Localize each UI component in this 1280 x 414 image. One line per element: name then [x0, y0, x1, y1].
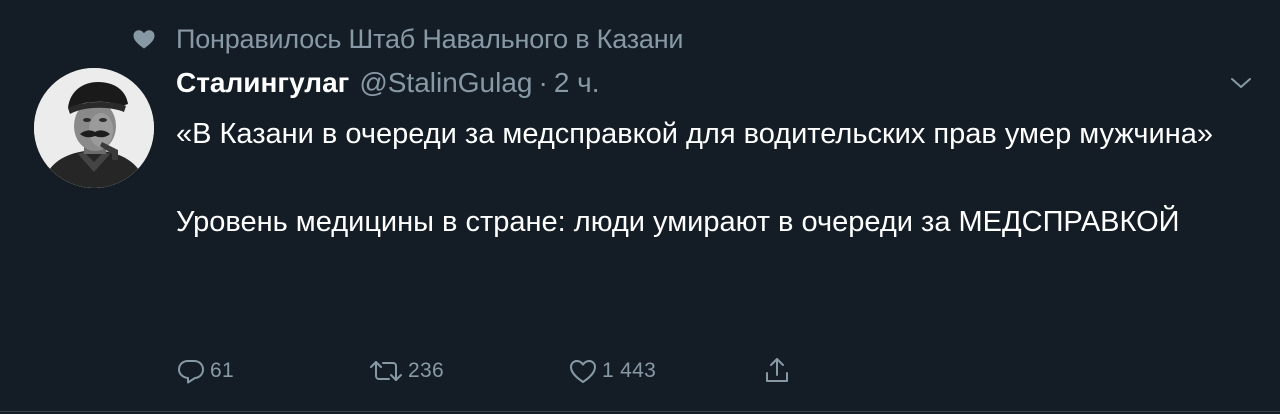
tweet-text: «В Казани в очереди за медсправкой для в… — [176, 112, 1256, 244]
header-separator: · — [538, 67, 548, 98]
heart-icon — [132, 27, 156, 51]
tweet-card[interactable]: Понравилось Штаб Навального в Казани Ста… — [0, 0, 1280, 414]
tweet-paragraph-1: «В Казани в очереди за медсправкой для в… — [176, 118, 1213, 150]
more-options-button[interactable] — [1226, 70, 1256, 100]
tweet-header: Сталингулаг @StalinGulag · 2 ч. — [176, 63, 600, 103]
author-display-name[interactable]: Сталингулаг — [176, 67, 349, 99]
reply-button[interactable]: 61 — [176, 351, 234, 391]
chevron-down-icon — [1230, 76, 1252, 95]
tweet-timestamp[interactable]: 2 ч. — [554, 67, 600, 99]
retweet-count: 236 — [408, 359, 444, 382]
author-handle[interactable]: @StalinGulag — [359, 67, 532, 99]
share-icon — [762, 356, 792, 386]
retweet-button[interactable]: 236 — [368, 351, 444, 391]
social-context: Понравилось Штаб Навального в Казани — [132, 22, 683, 56]
like-button[interactable]: 1 443 — [568, 351, 656, 391]
retweet-icon — [368, 356, 404, 386]
avatar[interactable] — [34, 68, 154, 188]
reply-count: 61 — [210, 359, 234, 382]
tweet-actions: 61 236 1 443 — [176, 351, 876, 391]
divider — [0, 411, 1280, 412]
social-context-text[interactable]: Понравилось Штаб Навального в Казани — [176, 24, 683, 55]
heart-outline-icon — [568, 356, 598, 386]
share-button[interactable] — [762, 351, 796, 391]
reply-icon — [176, 356, 206, 386]
like-count: 1 443 — [602, 359, 657, 382]
tweet-paragraph-2: Уровень медицины в стране: люди умирают … — [176, 206, 1180, 238]
